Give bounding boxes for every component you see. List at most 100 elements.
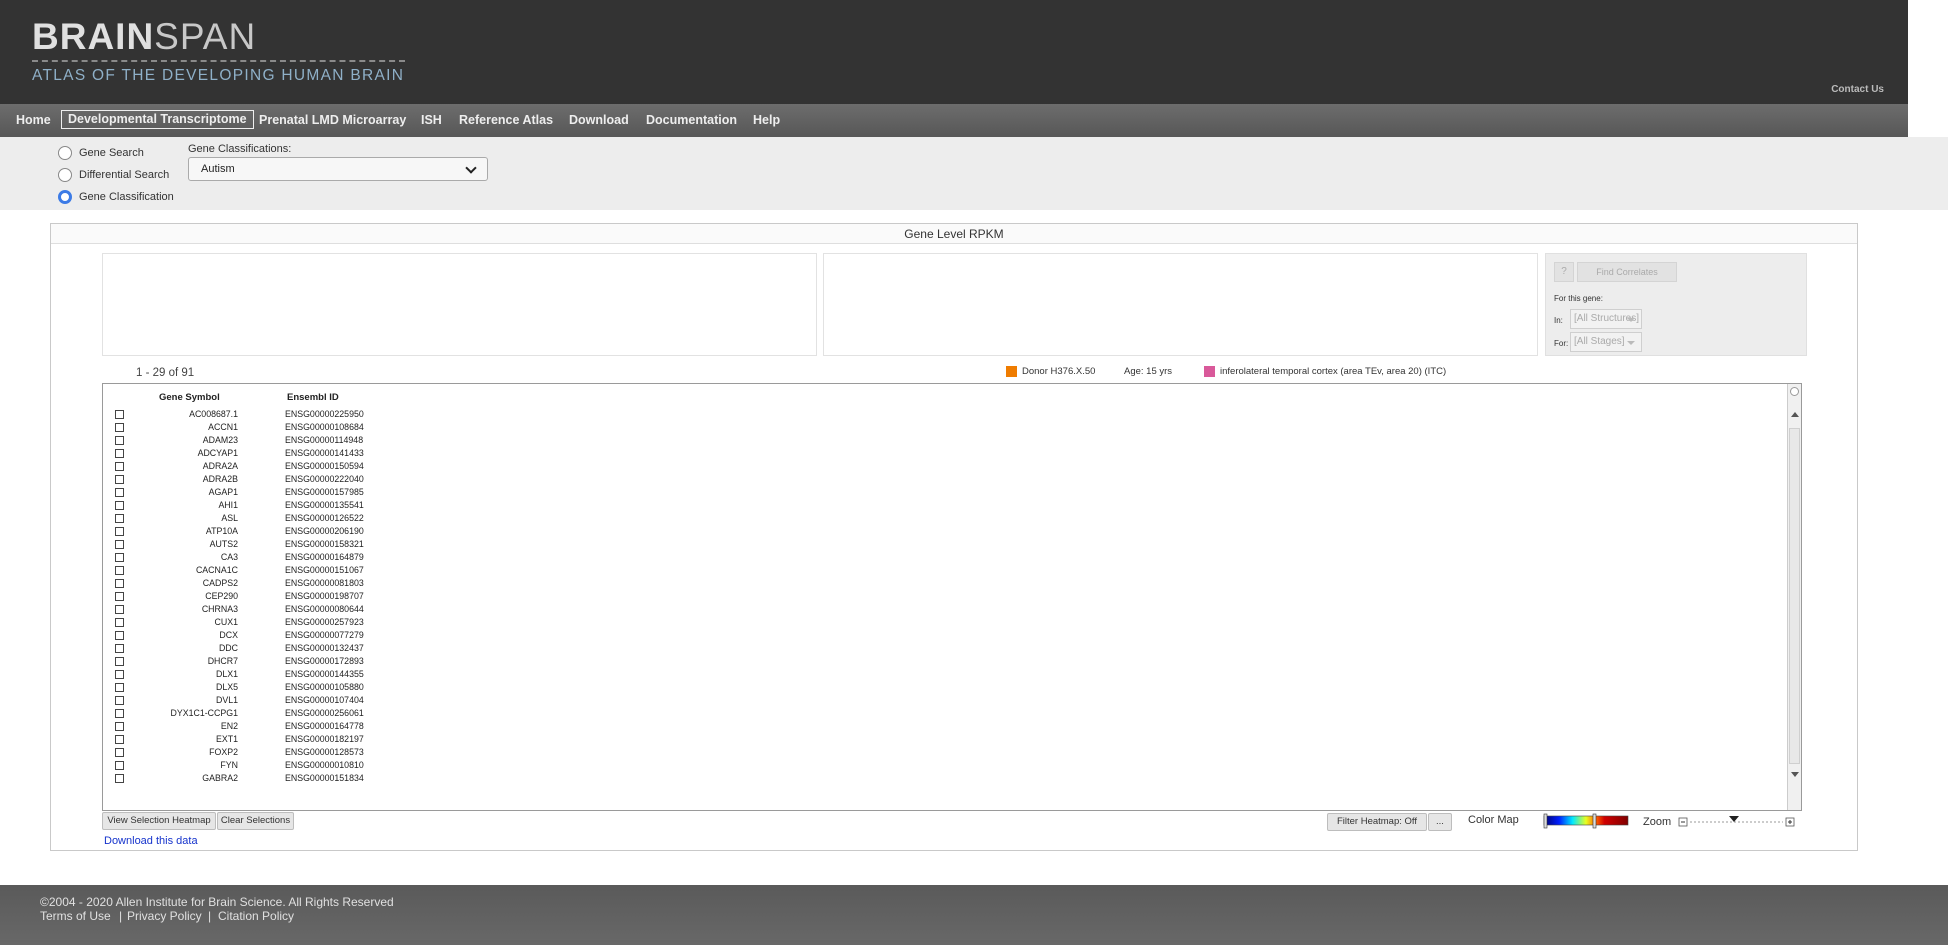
gene-symbol[interactable]: ADCYAP1: [133, 448, 238, 458]
ensembl-id[interactable]: ENSG00000132437: [285, 643, 385, 653]
differential-search-option[interactable]: Differential Search: [58, 167, 169, 183]
gene-row-checkbox[interactable]: [115, 514, 124, 523]
gene-classification-option[interactable]: Gene Classification: [58, 189, 174, 205]
nav-reference-atlas[interactable]: Reference Atlas: [459, 110, 553, 130]
gene-row-checkbox[interactable]: [115, 488, 124, 497]
find-correlates-button[interactable]: Find Correlates: [1577, 262, 1677, 282]
gene-row-checkbox[interactable]: [115, 527, 124, 536]
gene-symbol[interactable]: DLX1: [133, 669, 238, 679]
differential-search-radio[interactable]: [58, 168, 72, 182]
gene-symbol[interactable]: CEP290: [133, 591, 238, 601]
ensembl-id[interactable]: ENSG00000206190: [285, 526, 385, 536]
gene-symbol[interactable]: CA3: [133, 552, 238, 562]
gene-symbol[interactable]: ADRA2B: [133, 474, 238, 484]
ensembl-id[interactable]: ENSG00000198707: [285, 591, 385, 601]
gene-symbol[interactable]: GABRA2: [133, 773, 238, 783]
ensembl-id[interactable]: ENSG00000172893: [285, 656, 385, 666]
gene-row-checkbox[interactable]: [115, 462, 124, 471]
nav-ish[interactable]: ISH: [421, 110, 442, 130]
gene-row-checkbox[interactable]: [115, 709, 124, 718]
gene-row-checkbox[interactable]: [115, 501, 124, 510]
gene-symbol[interactable]: ASL: [133, 513, 238, 523]
ensembl-id[interactable]: ENSG00000164879: [285, 552, 385, 562]
gene-row-checkbox[interactable]: [115, 410, 124, 419]
gene-row-checkbox[interactable]: [115, 423, 124, 432]
gene-symbol[interactable]: FOXP2: [133, 747, 238, 757]
gene-symbol-header[interactable]: Gene Symbol: [159, 392, 220, 403]
stages-select[interactable]: [All Stages]: [1570, 332, 1642, 352]
ensembl-id[interactable]: ENSG00000157985: [285, 487, 385, 497]
gene-symbol[interactable]: DCX: [133, 630, 238, 640]
gene-row-checkbox[interactable]: [115, 644, 124, 653]
brainspan-logo[interactable]: BRAINSPAN ATLAS OF THE DEVELOPING HUMAN …: [32, 18, 412, 85]
gene-symbol[interactable]: FYN: [133, 760, 238, 770]
ensembl-id[interactable]: ENSG00000080644: [285, 604, 385, 614]
gene-symbol[interactable]: AC008687.1: [133, 409, 238, 419]
nav-home[interactable]: Home: [16, 110, 51, 130]
gene-symbol[interactable]: AUTS2: [133, 539, 238, 549]
gene-row-checkbox[interactable]: [115, 722, 124, 731]
expression-heatmap[interactable]: [388, 384, 1786, 810]
gene-row-checkbox[interactable]: [115, 683, 124, 692]
gene-row-checkbox[interactable]: [115, 436, 124, 445]
gene-symbol[interactable]: DLX5: [133, 682, 238, 692]
ensembl-id[interactable]: ENSG00000256061: [285, 708, 385, 718]
gene-symbol[interactable]: CHRNA3: [133, 604, 238, 614]
gene-row-checkbox[interactable]: [115, 618, 124, 627]
gene-symbol[interactable]: DDC: [133, 643, 238, 653]
gene-symbol[interactable]: ATP10A: [133, 526, 238, 536]
nav-prenatal-lmd-microarray[interactable]: Prenatal LMD Microarray: [259, 110, 406, 130]
structures-select[interactable]: [All Structures]: [1570, 309, 1642, 329]
gene-row-checkbox[interactable]: [115, 670, 124, 679]
gene-row-checkbox[interactable]: [115, 761, 124, 770]
gene-symbol[interactable]: EN2: [133, 721, 238, 731]
gene-row-checkbox[interactable]: [115, 774, 124, 783]
ensembl-id[interactable]: ENSG00000126522: [285, 513, 385, 523]
gene-search-radio[interactable]: [58, 146, 72, 160]
gene-row-checkbox[interactable]: [115, 631, 124, 640]
gene-symbol[interactable]: CACNA1C: [133, 565, 238, 575]
gene-symbol[interactable]: ADAM23: [133, 435, 238, 445]
ensembl-id[interactable]: ENSG00000108684: [285, 422, 385, 432]
gene-symbol[interactable]: EXT1: [133, 734, 238, 744]
ensembl-id[interactable]: ENSG00000010810: [285, 760, 385, 770]
ensembl-id[interactable]: ENSG00000225950: [285, 409, 385, 419]
ensembl-id[interactable]: ENSG00000182197: [285, 734, 385, 744]
gene-symbol[interactable]: AHI1: [133, 500, 238, 510]
gene-row-checkbox[interactable]: [115, 553, 124, 562]
gene-symbol[interactable]: ADRA2A: [133, 461, 238, 471]
ensembl-id[interactable]: ENSG00000164778: [285, 721, 385, 731]
gene-row-checkbox[interactable]: [115, 449, 124, 458]
gene-row-checkbox[interactable]: [115, 657, 124, 666]
gene-row-checkbox[interactable]: [115, 540, 124, 549]
nav-developmental-transcriptome[interactable]: Developmental Transcriptome: [61, 110, 254, 129]
gene-symbol[interactable]: CUX1: [133, 617, 238, 627]
nav-help[interactable]: Help: [753, 110, 780, 130]
gene-row-checkbox[interactable]: [115, 475, 124, 484]
ensembl-id[interactable]: ENSG00000128573: [285, 747, 385, 757]
gene-row-checkbox[interactable]: [115, 748, 124, 757]
gene-symbol[interactable]: ACCN1: [133, 422, 238, 432]
gene-symbol[interactable]: DVL1: [133, 695, 238, 705]
ensembl-id[interactable]: ENSG00000114948: [285, 435, 385, 445]
correlates-help-button[interactable]: ?: [1554, 262, 1574, 282]
gene-classification-select[interactable]: Autism: [188, 157, 488, 181]
ensembl-id[interactable]: ENSG00000151834: [285, 773, 385, 783]
ensembl-id[interactable]: ENSG00000257923: [285, 617, 385, 627]
ensembl-id[interactable]: ENSG00000105880: [285, 682, 385, 692]
gene-symbol[interactable]: DHCR7: [133, 656, 238, 666]
gene-search-option[interactable]: Gene Search: [58, 145, 144, 161]
ensembl-id[interactable]: ENSG00000141433: [285, 448, 385, 458]
ensembl-id[interactable]: ENSG00000144355: [285, 669, 385, 679]
gene-symbol[interactable]: DYX1C1-CCPG1: [133, 708, 238, 718]
gene-row-checkbox[interactable]: [115, 735, 124, 744]
ensembl-id[interactable]: ENSG00000222040: [285, 474, 385, 484]
gene-classification-radio[interactable]: [58, 190, 72, 204]
gene-symbol[interactable]: CADPS2: [133, 578, 238, 588]
nav-documentation[interactable]: Documentation: [646, 110, 737, 130]
nav-download[interactable]: Download: [569, 110, 629, 130]
ensembl-id[interactable]: ENSG00000158321: [285, 539, 385, 549]
ensembl-id[interactable]: ENSG00000135541: [285, 500, 385, 510]
ensembl-id[interactable]: ENSG00000151067: [285, 565, 385, 575]
gene-row-checkbox[interactable]: [115, 592, 124, 601]
